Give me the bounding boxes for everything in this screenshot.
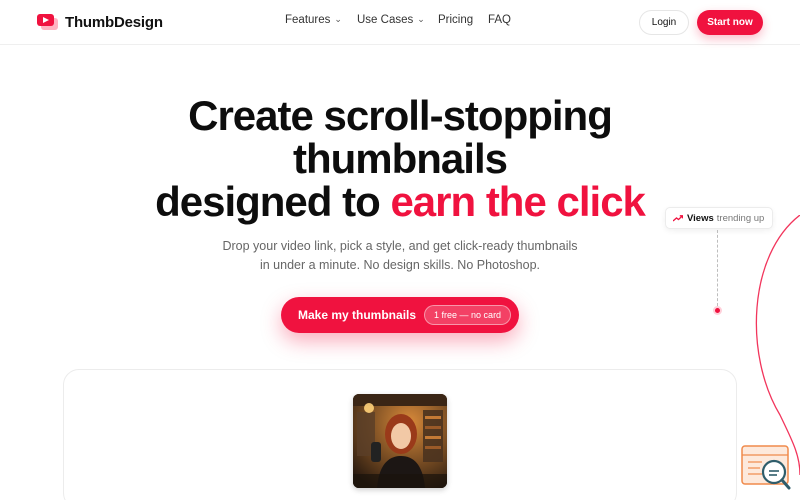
nav-item-label: Pricing [438,14,474,26]
cta-label: Make my thumbnails [298,308,417,322]
nav-item-label: Use Cases [357,14,414,26]
trend-label: Views [687,212,714,224]
nav-item-label: Features [285,14,331,26]
hero-title-line-3: designed to earn the click [155,178,646,225]
youtube-play-logo-icon [37,14,58,30]
brand-name: ThumbDesign [65,13,163,31]
hero-subtitle-line-1: Drop your video link, pick a style, and … [222,239,578,253]
search-chat-widget-icon[interactable] [740,444,792,492]
free-offer-badge: 1 free — no card [424,305,512,325]
hero-subtitle-line-2: in under a minute. No design skills. No … [259,258,541,272]
chevron-down-icon: ⌄ [417,13,425,24]
hero-subtitle: Drop your video link, pick a style, and … [200,237,600,275]
trending-up-icon [673,214,683,221]
make-thumbnails-button[interactable]: Make my thumbnails 1 free — no card [281,297,519,333]
trend-description: trending up [716,212,765,224]
hero-title-line-3-prefix: designed to [155,178,391,225]
hero-title: Create scroll-stopping thumbnails design… [0,94,800,223]
thumbnail-caption: . . . . [392,495,408,500]
start-now-button[interactable]: Start now [697,10,763,35]
nav-item-use-cases[interactable]: Use Cases ⌄ [357,13,425,27]
nav-item-pricing[interactable]: Pricing [438,14,473,26]
nav-item-label: FAQ [488,14,512,26]
trend-dot [713,306,722,315]
brand-logo[interactable]: ThumbDesign [37,10,163,34]
site-header: ThumbDesign Features ⌄ Use Cases ⌄ Prici… [0,0,800,45]
creator-thumbnail-image[interactable] [353,394,447,488]
login-button[interactable]: Login [639,10,689,35]
creator-thumbnail-icon [353,394,447,488]
hero-title-accent: earn the click [390,178,645,225]
hero-title-line-2: thumbnails [292,135,508,182]
dashed-connector [717,230,718,306]
hero-title-line-1: Create scroll-stopping [188,92,613,139]
chevron-down-icon: ⌄ [334,13,342,24]
nav-item-features[interactable]: Features ⌄ [285,13,342,27]
nav-item-faq[interactable]: FAQ [488,14,511,26]
views-trending-badge: Views trending up [665,207,773,229]
